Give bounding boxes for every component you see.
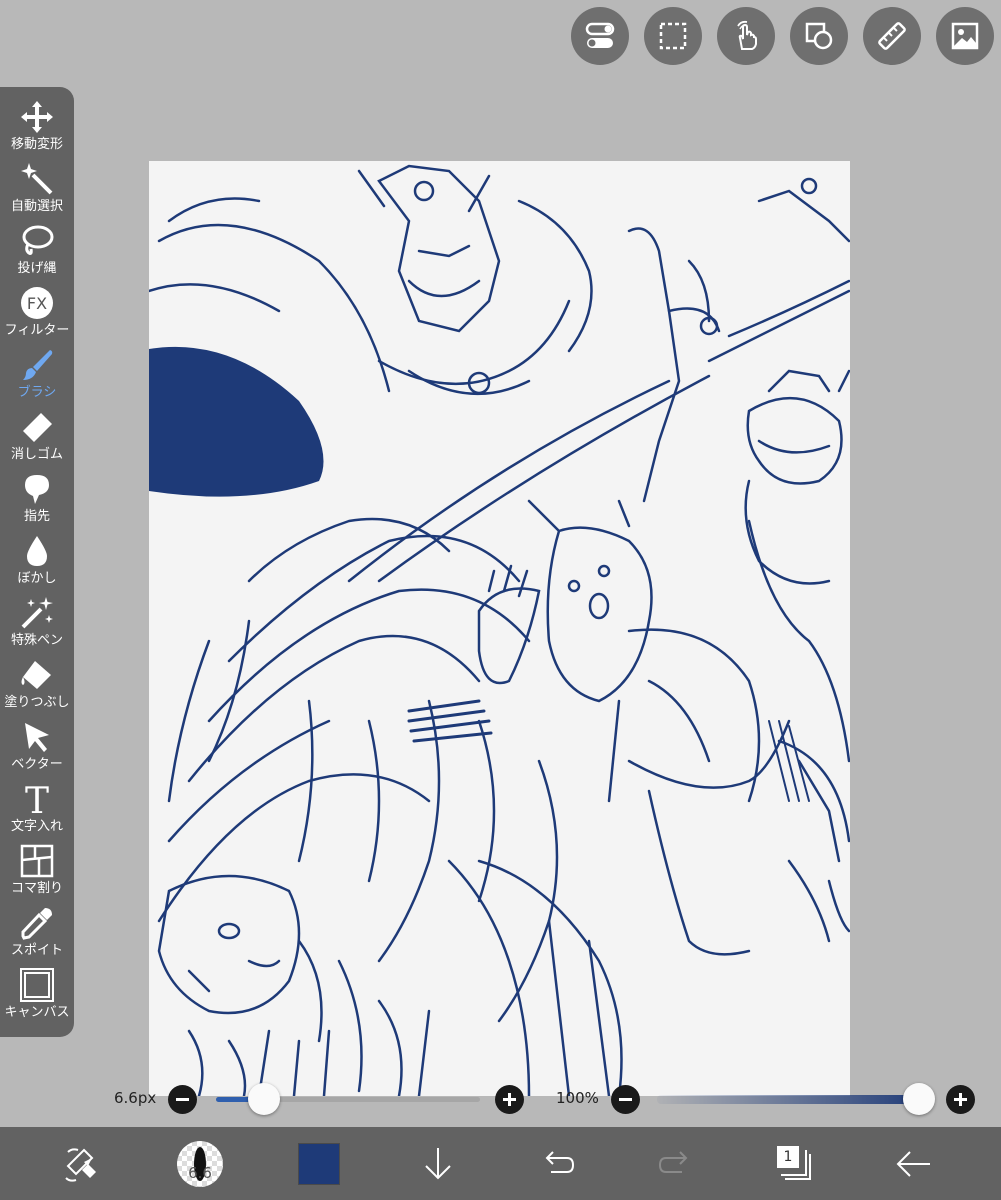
opacity-slider-knob[interactable] [903,1083,935,1115]
eraser-icon [23,413,52,442]
redo-icon [658,1151,688,1173]
current-color-swatch [298,1143,340,1185]
arrow-left-icon [896,1151,930,1177]
tool-blur[interactable]: ぼかし [0,529,74,591]
hand-touch-icon [737,20,757,50]
tool-vector[interactable]: ベクター [0,715,74,777]
minus-icon [619,1098,632,1101]
brush-preview-value: 6.6 [188,1164,212,1182]
plus-icon [503,1093,516,1106]
tool-label: ベクター [11,757,63,772]
opacity-increase-button[interactable] [946,1085,975,1114]
arrow-down-icon [425,1148,451,1180]
tool-brush[interactable]: ブラシ [0,343,74,405]
tool-sidebar: 移動変形 自動選択 投げ縄 FX フィルター ブラシ 消しゴム 指先 ぼかし 特… [0,87,74,1037]
toggle-settings-button[interactable] [571,7,629,65]
brush-size-increase-button[interactable] [495,1085,524,1114]
tool-label: キャンバス [4,1005,70,1020]
tool-magic-wand[interactable]: 自動選択 [0,157,74,219]
tool-canvas[interactable]: キャンバス [0,963,74,1025]
tool-special-pen[interactable]: 特殊ペン [0,591,74,653]
toggle-icon [585,22,615,48]
brush-icon [23,350,53,380]
tool-bucket-fill[interactable]: 塗りつぶし [0,653,74,715]
lasso-icon [22,225,54,255]
eyedropper-icon [21,908,52,940]
text-icon: T [25,781,49,817]
svg-text:T: T [25,781,49,817]
bucket-fill-icon [21,661,51,689]
sketch-artwork [149,164,850,1096]
selection-button[interactable] [644,7,702,65]
redo-button[interactable] [649,1137,703,1191]
brush-preview: 6.6 [177,1141,223,1187]
ruler-icon [878,22,906,50]
opacity-slider[interactable] [657,1095,927,1104]
minus-icon [176,1098,189,1101]
fx-filter-icon: FX [21,287,53,319]
smudge-icon [25,475,49,504]
special-pen-icon [21,597,53,629]
tool-label: 指先 [23,509,50,524]
back-button[interactable] [887,1137,941,1191]
svg-text:FX: FX [27,294,47,313]
tool-label: フィルター [4,323,70,338]
tool-lasso[interactable]: 投げ縄 [0,219,74,281]
color-picker-button[interactable] [292,1137,346,1191]
magic-wand-icon [21,163,53,195]
tool-filter[interactable]: FX フィルター [0,281,74,343]
brush-preview-button[interactable]: 6.6 [173,1137,227,1191]
tool-label: 自動選択 [10,199,63,214]
bottom-toolbar: 6.6 1 [0,1127,1001,1200]
shapes-button[interactable] [790,7,848,65]
opacity-decrease-button[interactable] [611,1085,640,1114]
tool-frame-divider[interactable]: コマ割り [0,839,74,901]
tool-label: 移動変形 [10,137,63,152]
gesture-button[interactable] [717,7,775,65]
swap-pen-eraser-icon [65,1148,96,1182]
blur-drop-icon [27,536,47,566]
drawing-canvas[interactable] [149,161,850,1096]
undo-button[interactable] [530,1137,584,1191]
layers-button[interactable]: 1 [768,1137,822,1191]
tool-move-transform[interactable]: 移動変形 [0,95,74,157]
opacity-label: 100% [556,1089,599,1107]
brush-size-slider-knob[interactable] [247,1083,280,1115]
layer-count: 1 [777,1146,799,1168]
tool-label: 投げ縄 [17,261,57,276]
tool-label: 文字入れ [10,819,63,834]
tool-label: 特殊ペン [10,633,63,648]
vector-arrow-icon [25,723,49,752]
tool-label: コマ割り [10,881,63,896]
brush-size-label: 6.6px [114,1089,157,1107]
plus-icon [954,1093,967,1106]
tool-eraser[interactable]: 消しゴム [0,405,74,467]
tool-label: ぼかし [17,571,57,586]
dashed-selection-icon [659,22,687,50]
frame-divider-icon [20,844,54,878]
tool-label: 消しゴム [10,447,63,462]
ruler-button[interactable] [863,7,921,65]
brush-size-decrease-button[interactable] [168,1085,197,1114]
tool-label: スポイト [10,943,63,958]
swap-brush-eraser-button[interactable] [55,1137,109,1191]
tool-eyedropper[interactable]: スポイト [0,901,74,963]
download-button[interactable] [411,1137,465,1191]
tool-label: ブラシ [17,385,57,400]
layers-icon: 1 [777,1146,813,1182]
shapes-icon [805,22,833,50]
undo-icon [545,1151,575,1173]
tool-text[interactable]: T 文字入れ [0,777,74,839]
image-icon [951,22,979,50]
canvas-icon [20,968,54,1002]
tool-smudge[interactable]: 指先 [0,467,74,529]
move-transform-icon [21,101,53,133]
tool-label: 塗りつぶし [4,695,70,710]
material-button[interactable] [936,7,994,65]
